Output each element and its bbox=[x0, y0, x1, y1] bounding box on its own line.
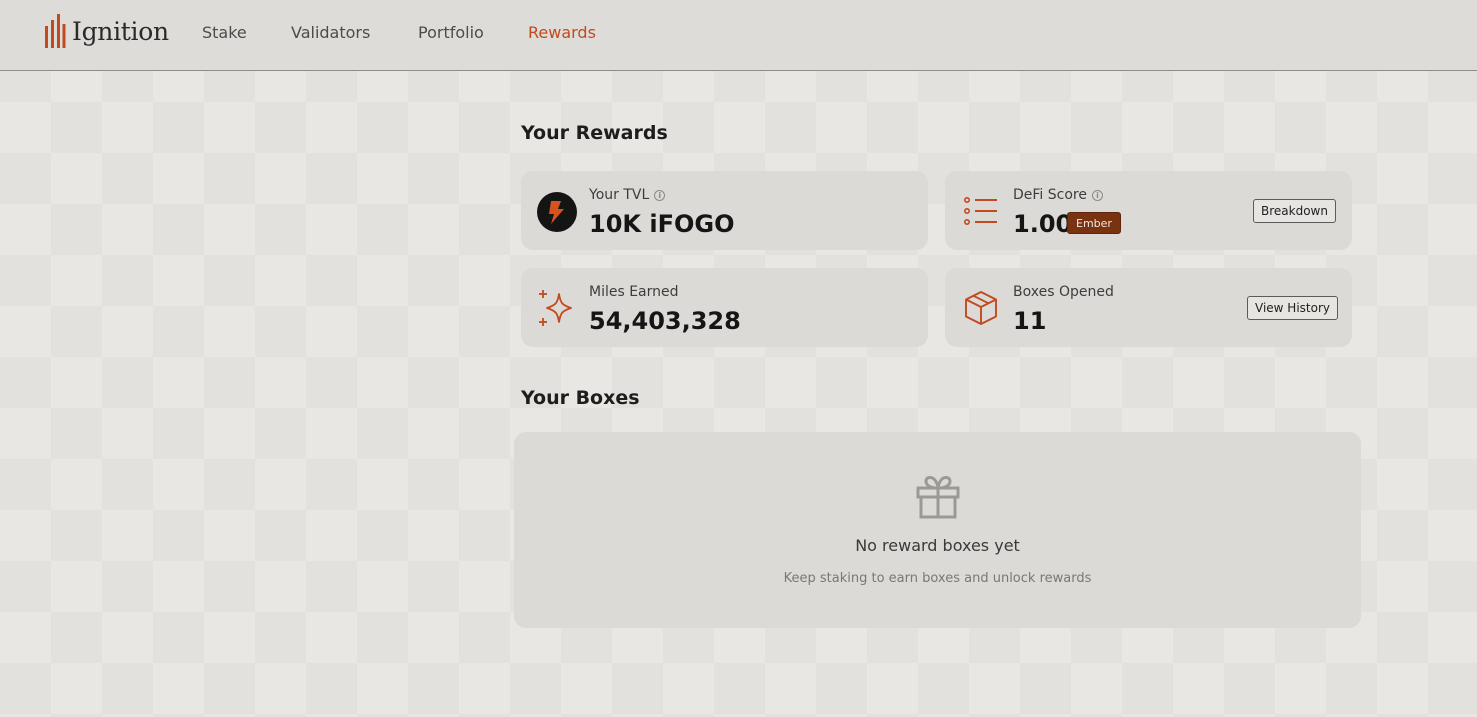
empty-state-subtitle: Keep staking to earn boxes and unlock re… bbox=[783, 571, 1092, 586]
nav-stake[interactable]: Stake bbox=[202, 23, 247, 42]
ignition-logo-icon bbox=[45, 14, 66, 48]
boxes-opened-value: 11 bbox=[1013, 307, 1047, 335]
info-icon[interactable]: i bbox=[1091, 189, 1103, 201]
tvl-value: 10K iFOGO bbox=[589, 210, 735, 238]
info-icon[interactable]: i bbox=[654, 189, 666, 201]
defi-score-card: DeFi Score i 1.00 Ember Breakdown bbox=[945, 171, 1352, 250]
view-history-button[interactable]: View History bbox=[1247, 296, 1338, 320]
top-navbar: Ignition Stake Validators Portfolio Rewa… bbox=[0, 0, 1477, 71]
tvl-label-text: Your TVL bbox=[589, 187, 650, 203]
box-icon bbox=[965, 291, 997, 325]
miles-label: Miles Earned bbox=[589, 284, 679, 300]
tvl-label: Your TVL i bbox=[589, 187, 666, 203]
fogo-bolt-icon bbox=[537, 192, 577, 232]
sparkle-icon bbox=[539, 290, 572, 326]
nav-rewards[interactable]: Rewards bbox=[528, 23, 596, 42]
nav-validators[interactable]: Validators bbox=[291, 23, 370, 42]
your-boxes-title: Your Boxes bbox=[521, 387, 640, 409]
tier-badge: Ember bbox=[1067, 212, 1121, 234]
tvl-card: Your TVL i 10K iFOGO bbox=[521, 171, 928, 250]
boxes-opened-card: Boxes Opened 11 View History bbox=[945, 268, 1352, 347]
list-icon bbox=[963, 196, 997, 225]
empty-state-title: No reward boxes yet bbox=[855, 536, 1020, 555]
nav-portfolio[interactable]: Portfolio bbox=[418, 23, 484, 42]
defi-score-label: DeFi Score i bbox=[1013, 187, 1103, 203]
logo-text: Ignition bbox=[72, 16, 169, 46]
defi-score-value: 1.00 bbox=[1013, 210, 1073, 238]
defi-score-label-text: DeFi Score bbox=[1013, 187, 1087, 203]
logo[interactable]: Ignition bbox=[44, 12, 169, 50]
boxes-opened-label: Boxes Opened bbox=[1013, 284, 1114, 300]
miles-value: 54,403,328 bbox=[589, 307, 741, 335]
boxes-empty-state: No reward boxes yet Keep staking to earn… bbox=[514, 432, 1361, 628]
your-rewards-title: Your Rewards bbox=[521, 122, 668, 144]
breakdown-button[interactable]: Breakdown bbox=[1253, 199, 1336, 223]
gift-icon bbox=[916, 476, 960, 519]
miles-card: Miles Earned 54,403,328 bbox=[521, 268, 928, 347]
